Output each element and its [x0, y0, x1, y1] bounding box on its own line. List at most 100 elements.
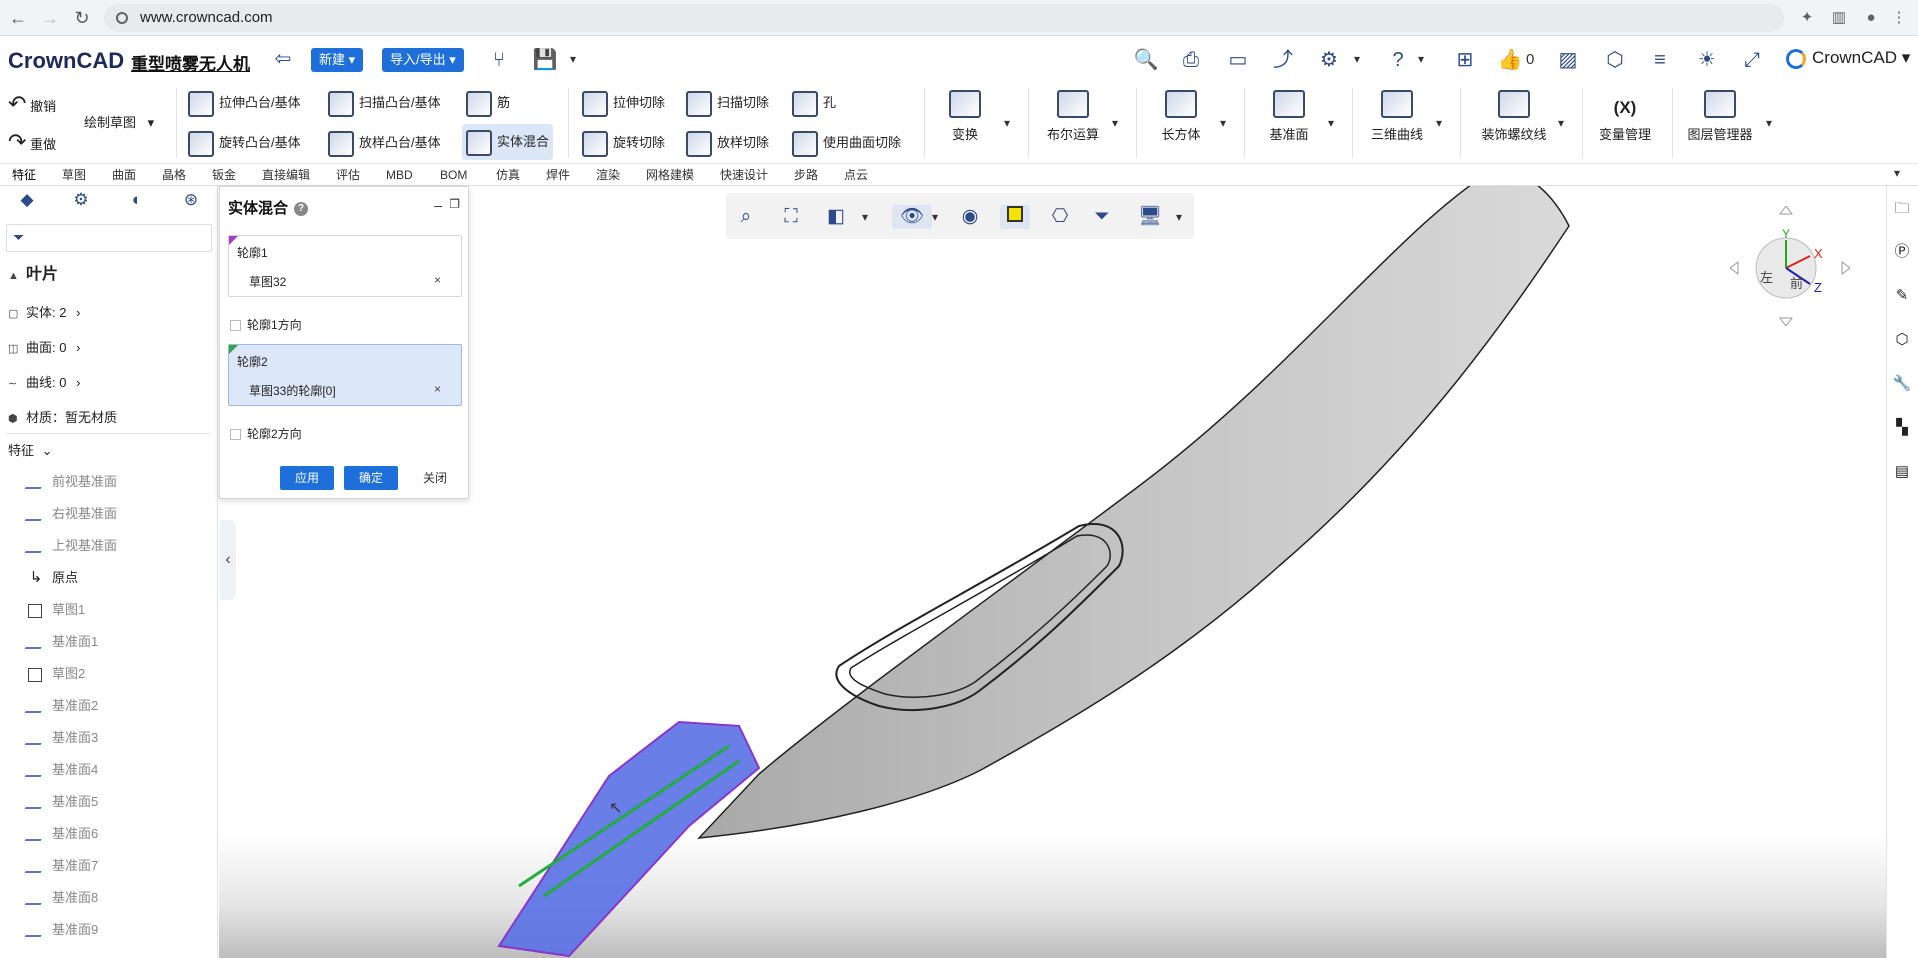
comment-icon[interactable]: ▭	[1225, 47, 1251, 73]
display-caret-icon[interactable]: ▾	[1176, 210, 1182, 224]
close-button[interactable]: 关闭	[408, 466, 462, 490]
tab-evaluate[interactable]: 评估	[336, 164, 360, 186]
back-icon[interactable]: ←	[8, 8, 28, 28]
address-bar[interactable]: www.crowncad.com	[104, 4, 1784, 32]
tab-feature[interactable]: 特征	[12, 164, 37, 188]
wrench-icon[interactable]: 🔧	[1892, 374, 1912, 394]
visibility-icon[interactable]: 👁	[892, 205, 932, 229]
sidepanel-icon[interactable]: ▥	[1830, 9, 1848, 27]
view-right-arrow[interactable]	[1841, 261, 1850, 275]
surface-cut-button[interactable]: 使用曲面切除	[792, 127, 901, 159]
thread-caret-icon[interactable]: ▾	[1558, 116, 1564, 130]
tab-sheetmetal[interactable]: 钣金	[212, 164, 236, 186]
tab-surface[interactable]: 曲面	[112, 164, 136, 186]
view-orientation-caret-icon[interactable]: ▾	[862, 210, 868, 224]
ok-button[interactable]: 确定	[344, 466, 398, 490]
tree-solids[interactable]: ▢ 实体: 2 ›	[8, 302, 80, 324]
rib-button[interactable]: 筋	[466, 87, 510, 119]
tree-item[interactable]: 基准面5	[24, 791, 98, 813]
tree-curves[interactable]: ∼ 曲线: 0 ›	[8, 372, 80, 394]
boolean-caret-icon[interactable]: ▾	[1112, 116, 1118, 130]
tree-item[interactable]: 草图1	[28, 599, 85, 621]
shaded-icon[interactable]	[1000, 205, 1030, 229]
tree-item[interactable]: 基准面4	[24, 759, 98, 781]
plane-button[interactable]: 基准面	[1244, 90, 1334, 143]
revolve-cut-button[interactable]: 旋转切除	[582, 127, 665, 159]
cube-icon[interactable]: ⬡	[1602, 47, 1628, 73]
back-arrow-icon[interactable]: ⇦	[270, 46, 296, 72]
help-icon[interactable]: ?	[1385, 47, 1411, 73]
box-button[interactable]: 长方体	[1136, 90, 1226, 143]
branch-icon[interactable]: ⑂	[486, 47, 512, 73]
extrude-cut-button[interactable]: 拉伸切除	[582, 87, 665, 119]
loft-boss-button[interactable]: 放样凸台/基体	[328, 127, 441, 159]
tab-mesh[interactable]: 网格建模	[646, 164, 694, 186]
cosmetic-thread-button[interactable]: 装饰螺纹线	[1466, 90, 1562, 143]
tree-surfaces[interactable]: ◫ 曲面: 0 ›	[8, 337, 80, 359]
remove-profile2-icon[interactable]: ×	[434, 382, 441, 396]
blade-model[interactable]	[219, 186, 1886, 958]
transform-caret-icon[interactable]: ▾	[1004, 116, 1010, 130]
extensions-icon[interactable]: ✦	[1798, 9, 1816, 27]
tree-material[interactable]: ⬢ 材质：暂无材质	[8, 407, 117, 429]
revolve-boss-button[interactable]: 旋转凸台/基体	[188, 127, 301, 159]
search-icon[interactable]: 🔍	[1133, 47, 1159, 73]
collapse-panel-button[interactable]: ‹	[220, 520, 236, 600]
tab-simulation[interactable]: 仿真	[496, 164, 520, 186]
blade-body[interactable]	[697, 186, 1570, 839]
tab-lattice[interactable]: 晶格	[162, 164, 186, 186]
reload-icon[interactable]: ↻	[72, 8, 92, 28]
tree-item[interactable]: 基准面6	[24, 823, 98, 845]
tab-quick-design[interactable]: 快速设计	[720, 164, 768, 186]
tree-filter-input[interactable]: ⏷	[6, 224, 212, 252]
apply-button[interactable]: 应用	[280, 466, 334, 490]
pattern-icon[interactable]: ▚	[1892, 418, 1912, 438]
tree-item[interactable]: 右视基准面	[24, 503, 117, 525]
filter-select-icon[interactable]: ⏷	[1090, 205, 1114, 229]
feature-tree-tab-icon[interactable]: ◆	[16, 190, 38, 212]
section-view-icon[interactable]: ◉	[958, 205, 982, 229]
edit-icon[interactable]: ✎	[1892, 286, 1912, 306]
image-icon[interactable]: ▨	[1555, 47, 1581, 73]
tab-bom[interactable]: BOM	[440, 164, 467, 186]
profile2-value[interactable]: 草图33的轮廓[0]	[249, 382, 336, 399]
solid-blend-button[interactable]: 实体混合	[462, 124, 554, 160]
layer-caret-icon[interactable]: ▾	[1766, 116, 1772, 130]
sketch-button[interactable]: 绘制草图 ▾	[84, 107, 154, 139]
3d-curve-button[interactable]: 三维曲线	[1352, 90, 1442, 143]
tree-item[interactable]: 前视基准面	[24, 471, 117, 493]
forward-icon[interactable]: →	[40, 8, 60, 28]
view-orientation-icon[interactable]: ◧	[824, 205, 848, 229]
save-icon[interactable]: 💾	[532, 47, 558, 73]
cube-left-face[interactable]: 左	[1760, 270, 1773, 285]
profile2-box[interactable]: 轮廓2 草图33的轮廓[0] ×	[228, 344, 462, 406]
settings-caret-icon[interactable]: ▾	[1354, 52, 1360, 66]
features-header[interactable]: 特征 ⌄	[8, 440, 53, 462]
tab-routing[interactable]: 步路	[794, 164, 818, 186]
tree-item[interactable]: 基准面2	[24, 695, 98, 717]
fit-view-icon[interactable]: ⛶	[779, 205, 803, 229]
config-tab-icon[interactable]: ⚙	[70, 190, 92, 212]
help-icon[interactable]: ?	[294, 202, 309, 217]
minimize-icon[interactable]: –	[434, 197, 442, 213]
transform-button[interactable]: 变换	[920, 90, 1010, 143]
profile2-direction-checkbox[interactable]: 轮廓2方向	[230, 425, 302, 442]
sweep-boss-button[interactable]: 扫描凸台/基体	[328, 87, 441, 119]
solid-blend-preview[interactable]	[497, 720, 761, 958]
layer-manager-button[interactable]: 图层管理器	[1672, 90, 1768, 143]
view-left-arrow[interactable]	[1730, 261, 1739, 275]
restore-icon[interactable]: ❐	[449, 197, 460, 211]
tab-render[interactable]: 渲染	[596, 164, 620, 186]
like-icon[interactable]: 👍	[1497, 47, 1523, 73]
tree-root[interactable]: ▲ 叶片	[8, 264, 58, 286]
print-icon[interactable]: ⎙	[1178, 47, 1204, 73]
folder-icon[interactable]: 🗀	[1892, 199, 1912, 219]
settings-icon[interactable]: ⚙	[1316, 47, 1342, 73]
tree-item[interactable]: 基准面8	[24, 887, 98, 909]
tree-item[interactable]: 基准面7	[24, 855, 98, 877]
profile1-direction-checkbox[interactable]: 轮廓1方向	[230, 316, 302, 333]
profile1-box[interactable]: 轮廓1 草图32 ×	[228, 235, 462, 297]
save-caret-icon[interactable]: ▾	[570, 52, 576, 66]
profile1-value[interactable]: 草图32	[249, 273, 286, 290]
share-icon[interactable]: ⤴	[1270, 47, 1296, 73]
